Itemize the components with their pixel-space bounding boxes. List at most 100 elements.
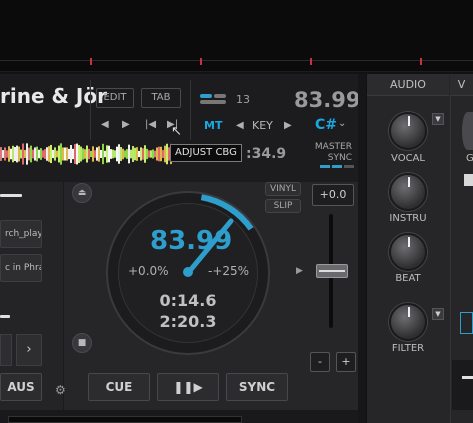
waveform-bar xyxy=(24,150,26,158)
waveform-bar xyxy=(98,146,100,162)
tab-audio[interactable]: AUDIO xyxy=(367,74,449,96)
pitch-minus-button[interactable]: - xyxy=(310,352,330,372)
stop-icon[interactable]: ■ xyxy=(72,333,92,353)
beat-knob[interactable] xyxy=(389,233,427,271)
track-waveform[interactable] xyxy=(0,142,172,166)
waveform-bar xyxy=(148,150,150,158)
bottom-scroll-bar[interactable] xyxy=(8,416,242,423)
waveform-bar xyxy=(20,149,22,159)
vinyl-button[interactable]: VINYL xyxy=(265,182,301,196)
waveform-bar xyxy=(92,146,94,162)
waveform-bar xyxy=(72,148,74,160)
eject-icon[interactable]: ⏏ xyxy=(72,183,92,203)
waveform-bar xyxy=(12,145,14,163)
waveform-bar xyxy=(162,150,164,158)
gain-fader-handle[interactable] xyxy=(464,174,473,186)
playlist-button[interactable]: rch_playlists xyxy=(0,220,42,248)
key-value[interactable]: C# xyxy=(315,117,337,133)
waveform-bar xyxy=(160,146,162,162)
vocal-label: VOCAL xyxy=(391,153,425,164)
waveform-bar xyxy=(68,148,70,160)
pitch-plus-button[interactable]: + xyxy=(336,352,356,372)
waveform-bar xyxy=(106,145,108,163)
waveform-bar xyxy=(58,145,60,163)
key-down-icon[interactable]: ◀ xyxy=(236,120,244,131)
waveform-bar xyxy=(32,149,34,159)
sync-meter xyxy=(320,165,356,168)
waveform-bar xyxy=(122,148,124,160)
waveform-bar xyxy=(64,147,66,161)
channel-fader-handle[interactable] xyxy=(462,376,473,379)
waveform-bar xyxy=(62,147,64,161)
skip-back-icon[interactable]: |◀ xyxy=(145,119,156,130)
filter-knob[interactable] xyxy=(389,303,427,341)
waveform-bar xyxy=(126,149,128,159)
edit-button[interactable]: EDIT xyxy=(96,88,134,108)
panel-button[interactable] xyxy=(0,334,12,366)
waveform-bar xyxy=(144,145,146,163)
aus-button[interactable]: AUS xyxy=(0,373,42,401)
key-up-icon[interactable]: ▶ xyxy=(284,120,292,131)
next-icon[interactable]: ▶ xyxy=(122,119,130,130)
waveform-bar xyxy=(108,145,110,163)
waveform-bar xyxy=(4,147,6,161)
waveform-bar xyxy=(138,150,140,158)
gain-knob[interactable] xyxy=(462,112,473,150)
waveform-bar xyxy=(6,150,8,158)
waveform-bar xyxy=(116,146,118,162)
cue-button[interactable]: CUE xyxy=(88,373,150,401)
prev-icon[interactable]: ◀ xyxy=(101,119,109,130)
gain-label: G xyxy=(466,153,473,164)
master-tempo-button[interactable]: MT xyxy=(204,119,222,132)
waveform-bar xyxy=(42,150,44,158)
vocal-knob[interactable] xyxy=(389,112,427,150)
divider xyxy=(190,80,191,140)
waveform-bar xyxy=(26,143,28,165)
channel-fader[interactable] xyxy=(452,360,473,410)
chevron-down-icon[interactable]: ▼ xyxy=(432,113,444,125)
waveform-bar xyxy=(36,146,38,162)
waveform-bar xyxy=(94,150,96,158)
waveform-bar xyxy=(40,148,42,160)
chevron-down-icon[interactable]: ⌄ xyxy=(338,118,346,129)
chevron-right-icon[interactable]: › xyxy=(16,334,42,366)
waveform-bar xyxy=(112,149,114,159)
waveform-bar xyxy=(84,149,86,159)
waveform-bar xyxy=(30,145,32,163)
waveform-bar xyxy=(158,146,160,162)
tab-button[interactable]: TAB xyxy=(141,88,181,108)
triangle-right-icon: ▶ xyxy=(296,266,303,276)
pitch-fader-handle[interactable] xyxy=(316,264,348,278)
slider-handle[interactable] xyxy=(0,315,10,318)
loop-icon[interactable] xyxy=(200,94,228,104)
pitch-value[interactable]: +0.0 xyxy=(312,184,354,206)
waveform-bar xyxy=(146,148,148,160)
waveform-bar xyxy=(124,150,126,158)
chevron-down-icon[interactable]: ▼ xyxy=(432,308,444,320)
separator xyxy=(358,74,366,423)
sync-button[interactable]: SYNC xyxy=(226,373,288,401)
waveform-bar xyxy=(100,149,102,159)
waveform-bar xyxy=(140,147,142,161)
waveform-bar xyxy=(96,147,98,161)
gear-icon[interactable]: ⚙ xyxy=(55,383,66,397)
instru-knob[interactable] xyxy=(389,173,427,211)
phrase-button[interactable]: c in Phrase xyxy=(0,254,42,282)
slider-handle[interactable] xyxy=(0,194,22,197)
slip-button[interactable]: SLIP xyxy=(265,199,301,213)
waveform-bar xyxy=(80,146,82,162)
waveform-bar xyxy=(90,150,92,158)
channel-button[interactable] xyxy=(460,312,473,334)
waveform-bar xyxy=(114,150,116,158)
waveform-bar xyxy=(44,149,46,159)
waveform-bar xyxy=(70,145,72,163)
tooltip: ADJUST CBG xyxy=(170,144,242,162)
waveform-overview[interactable] xyxy=(0,0,473,72)
jog-bpm: 83.99 xyxy=(150,226,233,256)
tab-video[interactable]: V xyxy=(450,74,473,96)
waveform-bar xyxy=(54,147,56,161)
instru-label: INSTRU xyxy=(389,213,427,224)
master-sync-indicator[interactable]: MASTER SYNC xyxy=(300,142,352,164)
play-pause-button[interactable]: ❚❚▶ xyxy=(157,373,219,401)
waveform-bar xyxy=(102,143,104,165)
